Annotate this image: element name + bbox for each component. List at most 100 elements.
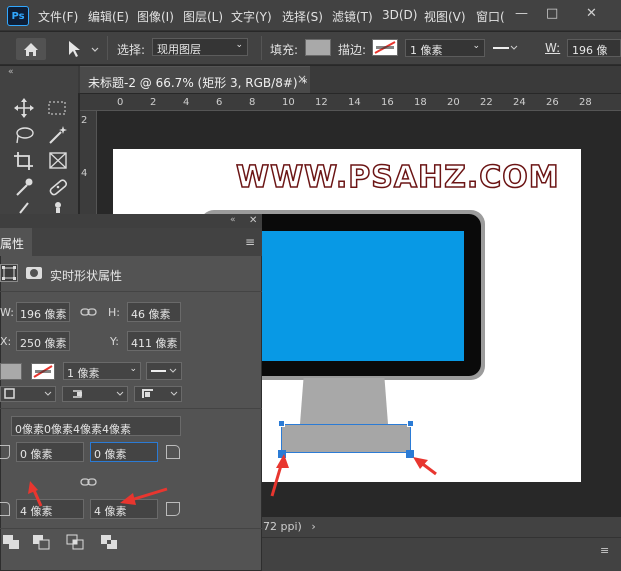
menu-image[interactable]: 图像(I) [137, 8, 174, 25]
stamp-tool[interactable] [46, 200, 70, 214]
ruler-tick-label: 4 [183, 97, 190, 108]
menu-filter[interactable]: 滤镜(T) [332, 8, 373, 25]
stroke-width-dropdown[interactable]: 1 像素 ⌄ [405, 39, 485, 57]
anchor-point-handle[interactable] [407, 420, 414, 427]
stroke-width-value: 1 像素 [410, 44, 443, 57]
ruler-tick-label: 24 [513, 97, 526, 108]
move-tool[interactable] [12, 97, 36, 119]
magic-wand-icon [49, 126, 67, 144]
ruler-tick-label: 2 [81, 115, 88, 126]
frame-tool[interactable] [46, 150, 70, 172]
close-tab-icon[interactable]: × [297, 72, 307, 86]
minimize-button[interactable]: — [515, 6, 528, 21]
x-label: X: [0, 335, 12, 348]
menu-type[interactable]: 文字(Y) [231, 8, 272, 25]
eyedropper-icon [16, 178, 33, 196]
document-tab[interactable]: 未标题-2 @ 66.7% (矩形 3, RGB/8#) * [80, 66, 310, 93]
ruler-tick-label: 26 [546, 97, 559, 108]
transform-icon [2, 266, 16, 280]
home-button[interactable] [16, 38, 46, 60]
mask-properties-button[interactable] [25, 266, 43, 280]
chevron-right-icon[interactable]: › [311, 520, 315, 533]
properties-header: 实时形状属性 [50, 269, 123, 283]
stamp-icon [55, 202, 61, 213]
stroke-type-dropdown[interactable] [146, 362, 182, 380]
monitor-base-shape[interactable] [281, 424, 411, 453]
tab-properties[interactable]: 属性 [0, 228, 32, 256]
stroke-width-dropdown[interactable]: 1 像素 ⌄ [63, 362, 141, 380]
radius-top-right-input[interactable]: 0 像素 [90, 442, 158, 462]
fill-swatch[interactable] [305, 39, 331, 56]
ruler-tick-label: 22 [480, 97, 493, 108]
lasso-icon [16, 127, 34, 144]
collapse-icon[interactable]: « [230, 215, 236, 225]
stroke-cap-dropdown[interactable] [62, 386, 128, 402]
menu-view[interactable]: 视图(V) [424, 8, 466, 25]
menu-window[interactable]: 窗口( [476, 8, 505, 25]
width-input[interactable]: 196 像 [567, 39, 621, 57]
stroke-label: 描边: [338, 43, 367, 57]
panel-menu-icon[interactable]: ≡ [245, 235, 255, 249]
combine-shapes-button[interactable] [0, 533, 24, 551]
panel-menu-icon[interactable]: ≡ [600, 544, 609, 557]
exclude-shapes-button[interactable] [98, 533, 122, 551]
corner-top-right-icon [166, 445, 180, 459]
brush-tool[interactable] [12, 200, 36, 214]
maximize-button[interactable]: □ [546, 6, 558, 21]
link-icon[interactable] [80, 475, 98, 489]
stroke-cap-icon [73, 390, 124, 398]
marquee-tool[interactable] [46, 99, 68, 117]
corner-radius-combined[interactable]: 0像素0像素4像素4像素 [11, 416, 181, 436]
height-input[interactable]: 46 像素 [127, 302, 181, 322]
stroke-type-dropdown[interactable] [491, 40, 519, 56]
lasso-tool[interactable] [12, 124, 36, 146]
close-button[interactable]: ✕ [586, 6, 597, 21]
ruler-tick-label: 6 [216, 97, 223, 108]
ruler-tick-label: 8 [249, 97, 256, 108]
stroke-swatch[interactable] [31, 363, 55, 380]
move-tool-preset[interactable] [64, 38, 102, 60]
ruler-tick-label: 0 [117, 97, 124, 108]
close-panel-icon[interactable]: ✕ [249, 215, 257, 226]
crop-tool[interactable] [12, 150, 36, 172]
anchor-point-handle[interactable] [278, 420, 285, 427]
menu-select[interactable]: 选择(S) [282, 8, 323, 25]
photoshop-logo: Ps [7, 6, 29, 26]
properties-panel-titlebar[interactable] [0, 214, 262, 228]
fill-swatch[interactable] [0, 363, 22, 380]
y-label: Y: [110, 335, 119, 348]
select-label: 选择: [117, 43, 146, 57]
radius-top-left-input[interactable]: 0 像素 [16, 442, 84, 462]
x-input[interactable]: 250 像素 [16, 331, 70, 351]
link-icon[interactable] [80, 305, 98, 319]
intersect-shapes-button[interactable] [64, 533, 88, 551]
eyedropper-tool[interactable] [12, 176, 36, 198]
height-label: H: [108, 306, 120, 319]
no-color-icon [374, 41, 396, 54]
menu-3d[interactable]: 3D(D) [382, 8, 417, 22]
no-color-icon [33, 365, 53, 378]
width-label: W: [545, 41, 561, 55]
chevron-down-icon: ⌄ [235, 40, 243, 50]
menu-file[interactable]: 文件(F) [38, 8, 78, 25]
width-input[interactable]: 196 像素 [16, 302, 70, 322]
healing-brush-tool[interactable] [46, 176, 70, 198]
stroke-join-icon [142, 389, 178, 398]
status-text: 72 ppi) [263, 520, 302, 533]
magic-wand-tool[interactable] [46, 124, 70, 146]
subtract-shapes-button[interactable] [30, 533, 54, 551]
ruler-tick-label: 10 [282, 97, 295, 108]
menu-edit[interactable]: 编辑(E) [88, 8, 129, 25]
bottom-panel-strip [261, 537, 621, 571]
rect-marquee-icon [48, 101, 66, 115]
y-input[interactable]: 411 像素 [127, 331, 181, 351]
select-dropdown[interactable]: 现用图层 ⌄ [152, 38, 248, 56]
collapse-icon[interactable]: « [8, 67, 14, 77]
stroke-align-dropdown[interactable] [0, 386, 56, 402]
stroke-swatch[interactable] [372, 39, 398, 56]
stroke-join-dropdown[interactable] [134, 386, 182, 402]
brush-icon [19, 202, 29, 214]
shape-properties-button[interactable] [0, 264, 18, 282]
select-value: 现用图层 [157, 43, 201, 56]
menu-layer[interactable]: 图层(L) [183, 8, 223, 25]
